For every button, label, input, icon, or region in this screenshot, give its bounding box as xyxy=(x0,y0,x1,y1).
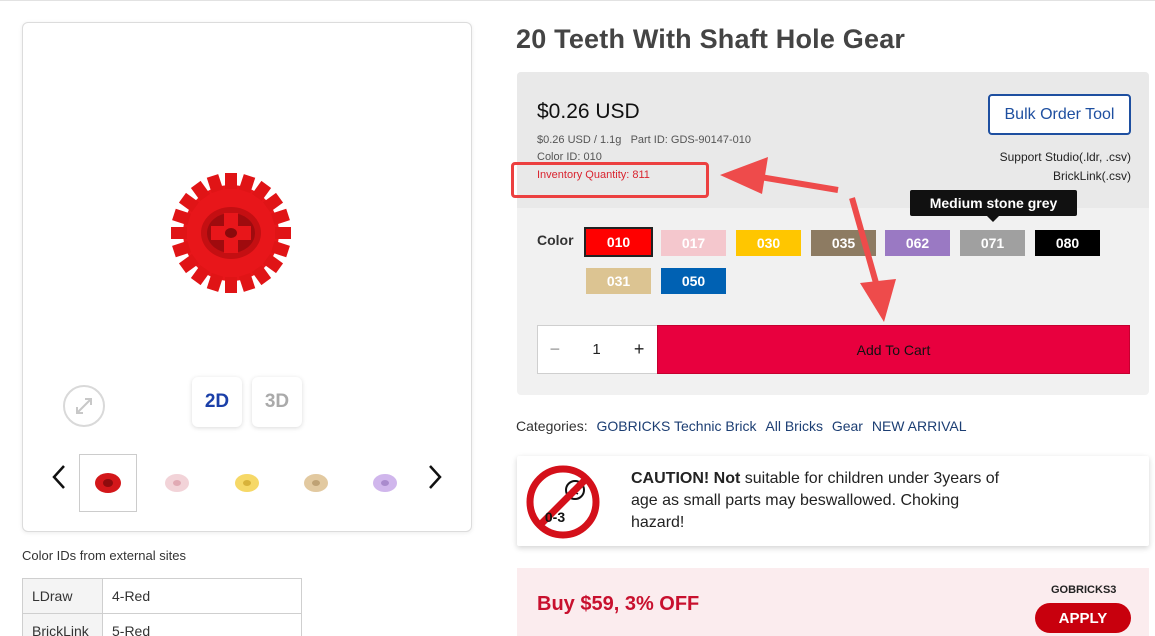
color-swatch-030[interactable]: 030 xyxy=(736,230,801,256)
thumbnail-purple[interactable] xyxy=(356,454,414,512)
apply-button[interactable]: APPLY xyxy=(1035,603,1131,633)
categories-line: Categories: GOBRICKS Technic Brick All B… xyxy=(516,418,967,434)
quantity-input[interactable]: 1 xyxy=(572,341,622,358)
swatch-label: 017 xyxy=(681,235,706,251)
categories-label: Categories: xyxy=(516,418,588,434)
top-divider xyxy=(0,0,1155,1)
promo-code: GOBRICKS3 xyxy=(1051,584,1117,596)
color-label: Color xyxy=(537,232,574,248)
swatch-label: 080 xyxy=(1055,235,1080,251)
price-details: $0.26 USD / 1.1g Part ID: GDS-90147-010 xyxy=(537,134,751,146)
caution-bold: CAUTION! Not xyxy=(631,470,741,487)
part-id: Part ID: GDS-90147-010 xyxy=(630,134,752,146)
color-swatch-062[interactable]: 062 xyxy=(885,230,950,256)
color-swatch-071[interactable]: 071 xyxy=(960,230,1025,256)
add-to-cart-button[interactable]: Add To Cart xyxy=(657,325,1130,374)
gear-tooth xyxy=(225,173,237,189)
value-cell: 5-Red xyxy=(102,613,302,636)
category-link[interactable]: All Bricks xyxy=(765,418,823,434)
table-row: LDraw 4-Red xyxy=(22,578,302,614)
promo-text: Buy $59, 3% OFF xyxy=(537,593,700,615)
thumbnail-red[interactable] xyxy=(79,454,137,512)
view-2d-button[interactable]: 2D xyxy=(192,377,242,427)
support-formats-text: Support Studio(.ldr, .csv) xyxy=(999,150,1131,164)
quantity-decrease-button[interactable]: − xyxy=(538,339,572,360)
color-swatch-010[interactable]: 010 xyxy=(584,227,653,257)
swatch-label: 050 xyxy=(681,273,706,289)
expand-icon[interactable] xyxy=(63,385,105,427)
promo-banner: Buy $59, 3% OFF GOBRICKS3 APPLY xyxy=(517,568,1149,636)
quantity-increase-button[interactable]: + xyxy=(621,339,657,360)
site-cell: BrickLink xyxy=(22,613,103,636)
site-cell: LDraw xyxy=(22,578,103,614)
age-warning-icon: 0-3 xyxy=(525,464,601,545)
product-image-viewer: 2D 3D xyxy=(22,22,472,532)
category-link[interactable]: GOBRICKS Technic Brick xyxy=(596,418,756,434)
caution-text: CAUTION! Not suitable for children under… xyxy=(631,468,1011,534)
color-swatch-031[interactable]: 031 xyxy=(586,268,651,294)
caution-box: 0-3 CAUTION! Not suitable for children u… xyxy=(517,456,1149,546)
swatch-label: 071 xyxy=(980,235,1005,251)
table-row: BrickLink 5-Red xyxy=(22,613,302,636)
chevron-left-icon[interactable] xyxy=(51,463,67,498)
purchase-panel: $0.26 USD $0.26 USD / 1.1g Part ID: GDS-… xyxy=(511,72,1149,395)
bulk-order-button[interactable]: Bulk Order Tool xyxy=(988,94,1131,135)
thumbnail-pink[interactable] xyxy=(148,454,206,512)
age-label: 0-3 xyxy=(545,509,565,525)
tooltip-pointer xyxy=(986,215,1000,222)
page-title: 20 Teeth With Shaft Hole Gear xyxy=(516,24,906,54)
category-link[interactable]: NEW ARRIVAL xyxy=(872,418,967,434)
external-ids-table: LDraw 4-Red BrickLink 5-Red xyxy=(22,578,302,636)
thumbnail-tan[interactable] xyxy=(287,454,345,512)
color-tooltip: Medium stone grey xyxy=(910,190,1077,216)
view-3d-button[interactable]: 3D xyxy=(252,377,302,427)
quantity-stepper: − 1 + xyxy=(537,325,658,374)
category-link[interactable]: Gear xyxy=(832,418,863,434)
swatch-label: 030 xyxy=(756,235,781,251)
color-swatch-035[interactable]: 035 xyxy=(811,230,876,256)
thumbnail-yellow[interactable] xyxy=(218,454,276,512)
gear-tooth xyxy=(171,227,187,239)
bricklink-format-text: BrickLink(.csv) xyxy=(1052,169,1131,183)
swatch-label: 035 xyxy=(831,235,856,251)
gear-tooth xyxy=(275,227,291,239)
chevron-right-icon[interactable] xyxy=(427,463,443,498)
swatch-label: 062 xyxy=(905,235,930,251)
value-cell: 4-Red xyxy=(102,578,302,614)
annotation-highlight-box xyxy=(511,162,709,198)
color-swatch-017[interactable]: 017 xyxy=(661,230,726,256)
external-ids-title: Color IDs from external sites xyxy=(22,548,186,563)
product-gear-image xyxy=(161,171,301,306)
color-swatch-080[interactable]: 080 xyxy=(1035,230,1100,256)
swatch-label: 010 xyxy=(606,234,631,250)
price-value: $0.26 USD xyxy=(537,100,640,123)
color-swatch-050[interactable]: 050 xyxy=(661,268,726,294)
gear-tooth xyxy=(225,277,237,293)
price-per-weight: $0.26 USD / 1.1g xyxy=(537,134,622,146)
swatch-label: 031 xyxy=(606,273,631,289)
